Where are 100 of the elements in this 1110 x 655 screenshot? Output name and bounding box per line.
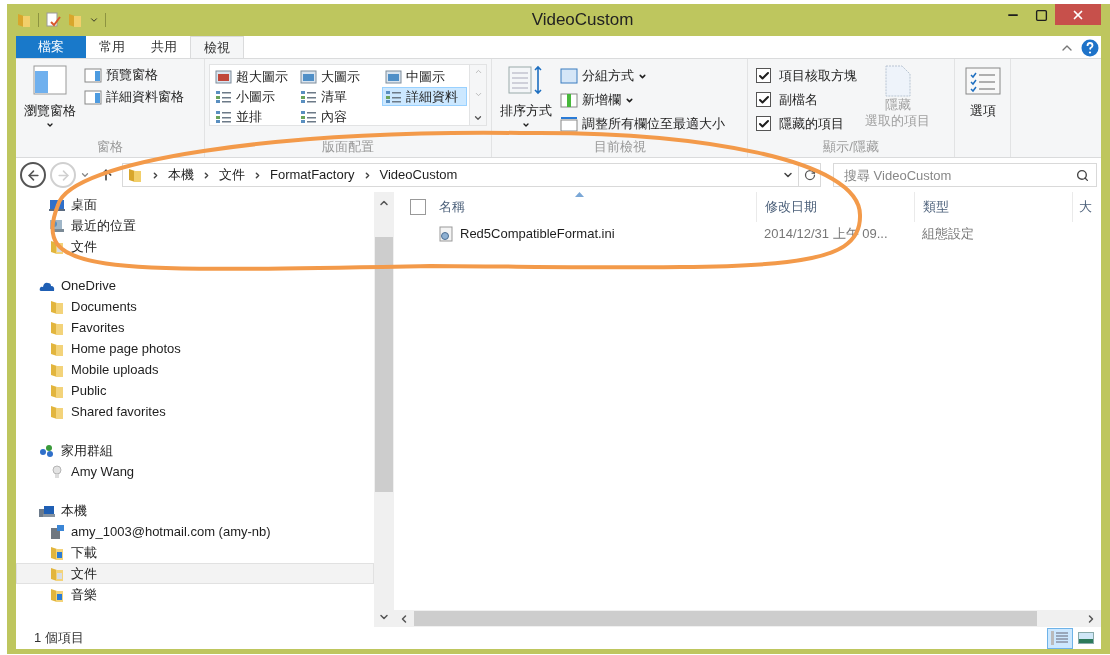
customize-toolbar-icon[interactable] [89,15,99,25]
properties-icon[interactable] [45,12,61,28]
checklist-icon [964,67,1001,95]
ribbon-tab[interactable]: 檔案 [16,36,86,58]
hide-selected-button: 隱藏 選取的項目 [865,65,930,137]
layout-option[interactable]: 清單 [297,87,382,106]
search-icon[interactable] [1076,169,1089,182]
navigation-pane-icon [33,65,67,95]
column-header[interactable]: 修改日期 [765,197,817,217]
navigation-pane-button[interactable]: 瀏覽窗格 [20,65,80,137]
column-header[interactable]: 類型 [923,197,949,217]
options-button[interactable]: 選項 [964,67,1001,121]
view-command-button[interactable]: 分組方式 [560,65,725,87]
recent-places-icon [49,218,65,233]
pane-button[interactable]: 預覽窗格 [84,65,184,85]
expand-gallery-icon[interactable] [473,113,483,123]
refresh-icon [803,169,816,181]
column-header[interactable]: 名稱 [439,197,465,217]
breadcrumb-separator-icon[interactable] [202,170,211,180]
group-by-icon [560,68,578,84]
nav-item[interactable]: OneDrive [16,275,374,296]
checkbox[interactable] [756,92,771,107]
nav-item[interactable]: amy_1003@hotmail.com (amy-nb) [16,521,374,542]
ribbon-tab[interactable]: 檢視 [190,36,244,58]
ribbon-tab[interactable]: 常用 [86,36,138,58]
scrollbar-thumb[interactable] [414,611,1037,626]
breadcrumb[interactable]: 本機 [168,165,194,185]
details-view-icon [1051,631,1069,645]
view-layout-icon [300,89,317,104]
document-icon [883,65,912,97]
nav-item[interactable]: Public [16,380,374,401]
view-command-button[interactable]: 調整所有欄位至最適大小 [560,113,725,135]
layout-option[interactable]: 詳細資料 [382,87,467,106]
scrollbar-thumb[interactable] [375,237,393,492]
back-arrow-icon [25,167,41,183]
group-label: 顯示/隱藏 [822,138,880,156]
folder-icon [49,299,65,314]
checkbox-label: 隱藏的項目 [779,114,844,133]
breadcrumb[interactable]: 文件 [219,165,245,185]
column-header[interactable]: 大 [1079,197,1092,217]
layout-option[interactable]: 並排 [212,107,297,126]
nav-item[interactable]: Shared favorites [16,401,374,422]
layout-option[interactable]: 超大圖示 [212,67,297,86]
refresh-button[interactable] [799,163,821,187]
layout-option[interactable]: 內容 [297,107,382,126]
view-layout-icon [215,89,232,104]
folder-icon [49,404,65,419]
nav-item[interactable]: 下載 [16,542,374,563]
pane-button[interactable]: 詳細資料窗格 [84,87,184,107]
breadcrumb[interactable]: VideoCustom [379,165,458,185]
layout-option[interactable]: 中圖示 [382,67,467,86]
select-all-checkbox[interactable] [410,199,426,215]
search-field[interactable]: 搜尋 VideoCustom [833,163,1097,187]
sort-icon [508,65,544,95]
breadcrumb-separator-icon[interactable] [253,170,262,180]
nav-item[interactable]: 家用群組 [16,440,374,461]
recent-locations-icon[interactable] [80,170,90,180]
nav-item[interactable]: 文件 [16,236,374,257]
breadcrumb-separator-icon[interactable] [151,170,160,180]
nav-item[interactable]: 文件 [16,563,374,584]
add-column-icon [560,92,578,108]
folder-icon [49,362,65,377]
view-command-button[interactable]: 新增欄 [560,89,725,111]
layout-option[interactable]: 大圖示 [297,67,382,86]
file-name[interactable]: Red5CompatibleFormat.ini [460,224,615,244]
music-folder-icon [49,587,65,602]
horizontal-scrollbar[interactable] [394,610,1101,627]
address-bar[interactable]: 本機 文件 FormatFactory VideoCustom [122,163,799,187]
computer-icon [39,503,55,518]
nav-item[interactable]: 本機 [16,500,374,521]
folder-icon [49,341,65,356]
nav-item[interactable]: Documents [16,296,374,317]
nav-item[interactable]: Mobile uploads [16,359,374,380]
nav-item[interactable]: 音樂 [16,584,374,605]
folder-icon [49,383,65,398]
view-layout-icon [385,69,402,84]
ribbon-tab[interactable]: 共用 [138,36,190,58]
help-icon[interactable] [1081,39,1099,57]
view-layout-icon [215,69,232,84]
nav-item[interactable]: 桌面 [16,194,374,215]
back-button[interactable] [20,162,46,188]
pane-icon [84,67,102,83]
nav-item[interactable]: Amy Wang [16,461,374,482]
checkbox[interactable] [756,116,771,131]
documents-folder-icon [49,566,65,581]
documents-folder-icon [49,239,65,254]
breadcrumb[interactable]: FormatFactory [270,165,355,185]
nav-item[interactable]: 最近的位置 [16,215,374,236]
sort-by-button[interactable]: 排序方式 [496,65,556,137]
view-layout-icon [300,109,317,124]
network-drive-icon [49,524,65,539]
nav-item[interactable]: Favorites [16,317,374,338]
item-count: 1 個項目 [34,629,84,648]
downloads-folder-icon [49,545,65,560]
vertical-scrollbar[interactable] [374,192,394,627]
checkbox[interactable] [756,68,771,83]
view-layout-icon [385,89,402,104]
nav-item[interactable]: Home page photos [16,338,374,359]
layout-option[interactable]: 小圖示 [212,87,297,106]
checkbox-label: 項目核取方塊 [779,66,857,85]
